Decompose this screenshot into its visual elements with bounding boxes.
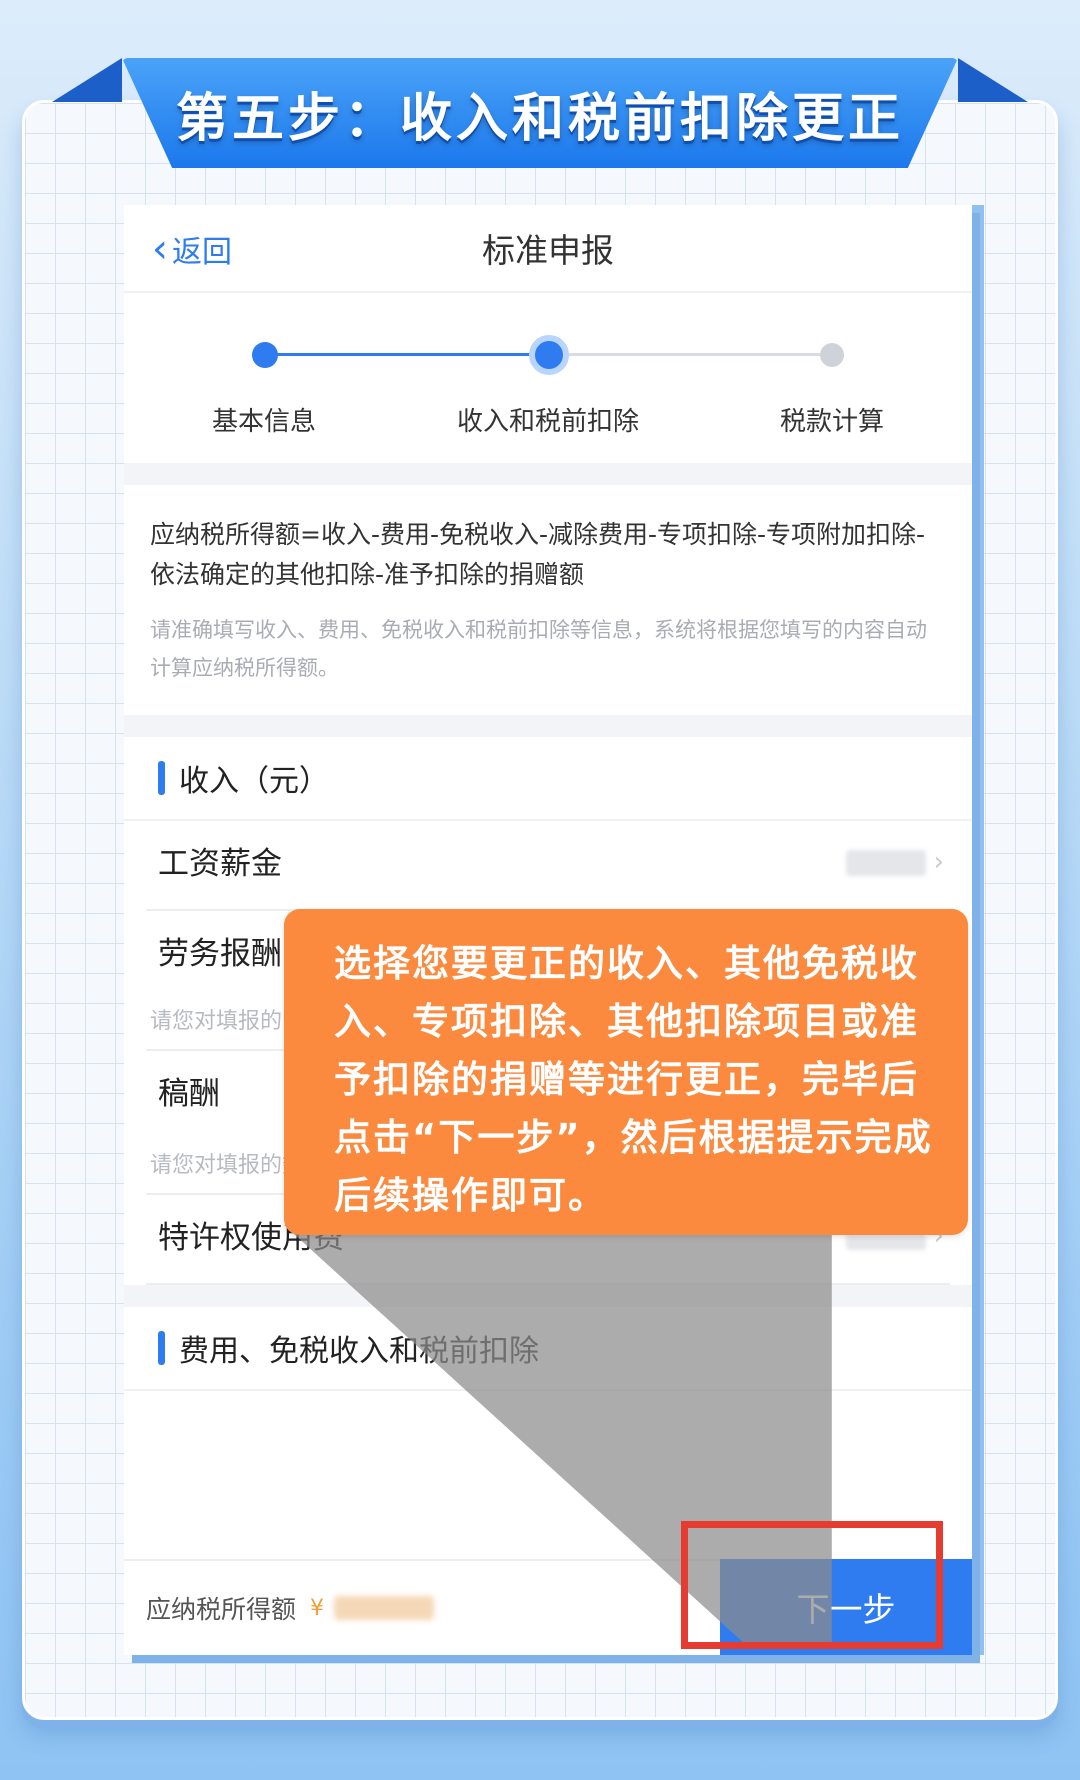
currency-symbol: ¥ xyxy=(310,1595,325,1621)
banner-right-wing xyxy=(958,58,1028,102)
income-section-header: 收入（元） xyxy=(124,737,972,821)
step-label-income-deduction: 收入和税前扣除 xyxy=(456,407,639,437)
income-section-title: 收入（元） xyxy=(179,764,329,799)
taxable-amount-blurred xyxy=(334,1596,435,1620)
step-line-pending xyxy=(548,353,832,356)
taxable-income-label: 应纳税所得额 xyxy=(146,1595,297,1624)
callout-text: 选择您要更正的收入、其他免税收入、专项扣除、其他扣除项目或准予扣除的捐赠等进行更… xyxy=(334,942,933,1217)
section-gap xyxy=(124,715,972,737)
step-dot-current xyxy=(529,335,569,375)
progress-stepper: 基本信息 收入和税前扣除 税款计算 xyxy=(124,293,972,463)
back-button[interactable]: ‹ 返回 xyxy=(152,227,232,271)
step-label-tax-calc: 税款计算 xyxy=(779,407,884,437)
step-line-done xyxy=(264,353,548,356)
item-hint: 请您对填报的 xyxy=(150,1009,283,1034)
back-label: 返回 xyxy=(172,235,232,270)
title-banner: 第五步：收入和税前扣除更正 xyxy=(122,58,958,168)
section-accent-bar xyxy=(158,761,165,795)
income-item-salary[interactable]: 工资薪金 › xyxy=(146,821,950,911)
step-label-basic-info: 基本信息 xyxy=(211,407,316,437)
phone-edge-shadow xyxy=(972,205,984,1655)
instruction-callout: 选择您要更正的收入、其他免税收入、专项扣除、其他扣除项目或准予扣除的捐赠等进行更… xyxy=(284,909,968,1235)
step-dot-pending xyxy=(820,343,844,367)
chevron-left-icon: ‹ xyxy=(152,226,168,272)
formula-block: 应纳税所得额=收入-费用-免税收入-减除费用-专项扣除-专项附加扣除-依法确定的… xyxy=(124,485,972,715)
banner-title: 第五步：收入和税前扣除更正 xyxy=(175,88,904,149)
item-value: › xyxy=(845,847,944,877)
formula-hint: 请准确填写收入、费用、免税收入和税前扣除等信息，系统将根据您填写的内容自动计算应… xyxy=(150,618,927,680)
page-title: 标准申报 xyxy=(482,231,614,270)
step-dot-done xyxy=(252,342,278,368)
banner-left-wing xyxy=(52,58,122,102)
section-accent-bar xyxy=(158,1331,165,1365)
nav-bar: ‹ 返回 标准申报 xyxy=(124,205,972,293)
next-button-highlight xyxy=(681,1521,943,1649)
item-label: 工资薪金 xyxy=(158,846,282,882)
formula-text: 应纳税所得额=收入-费用-免税收入-减除费用-专项扣除-专项附加扣除-依法确定的… xyxy=(150,520,926,589)
section-gap xyxy=(124,463,972,485)
